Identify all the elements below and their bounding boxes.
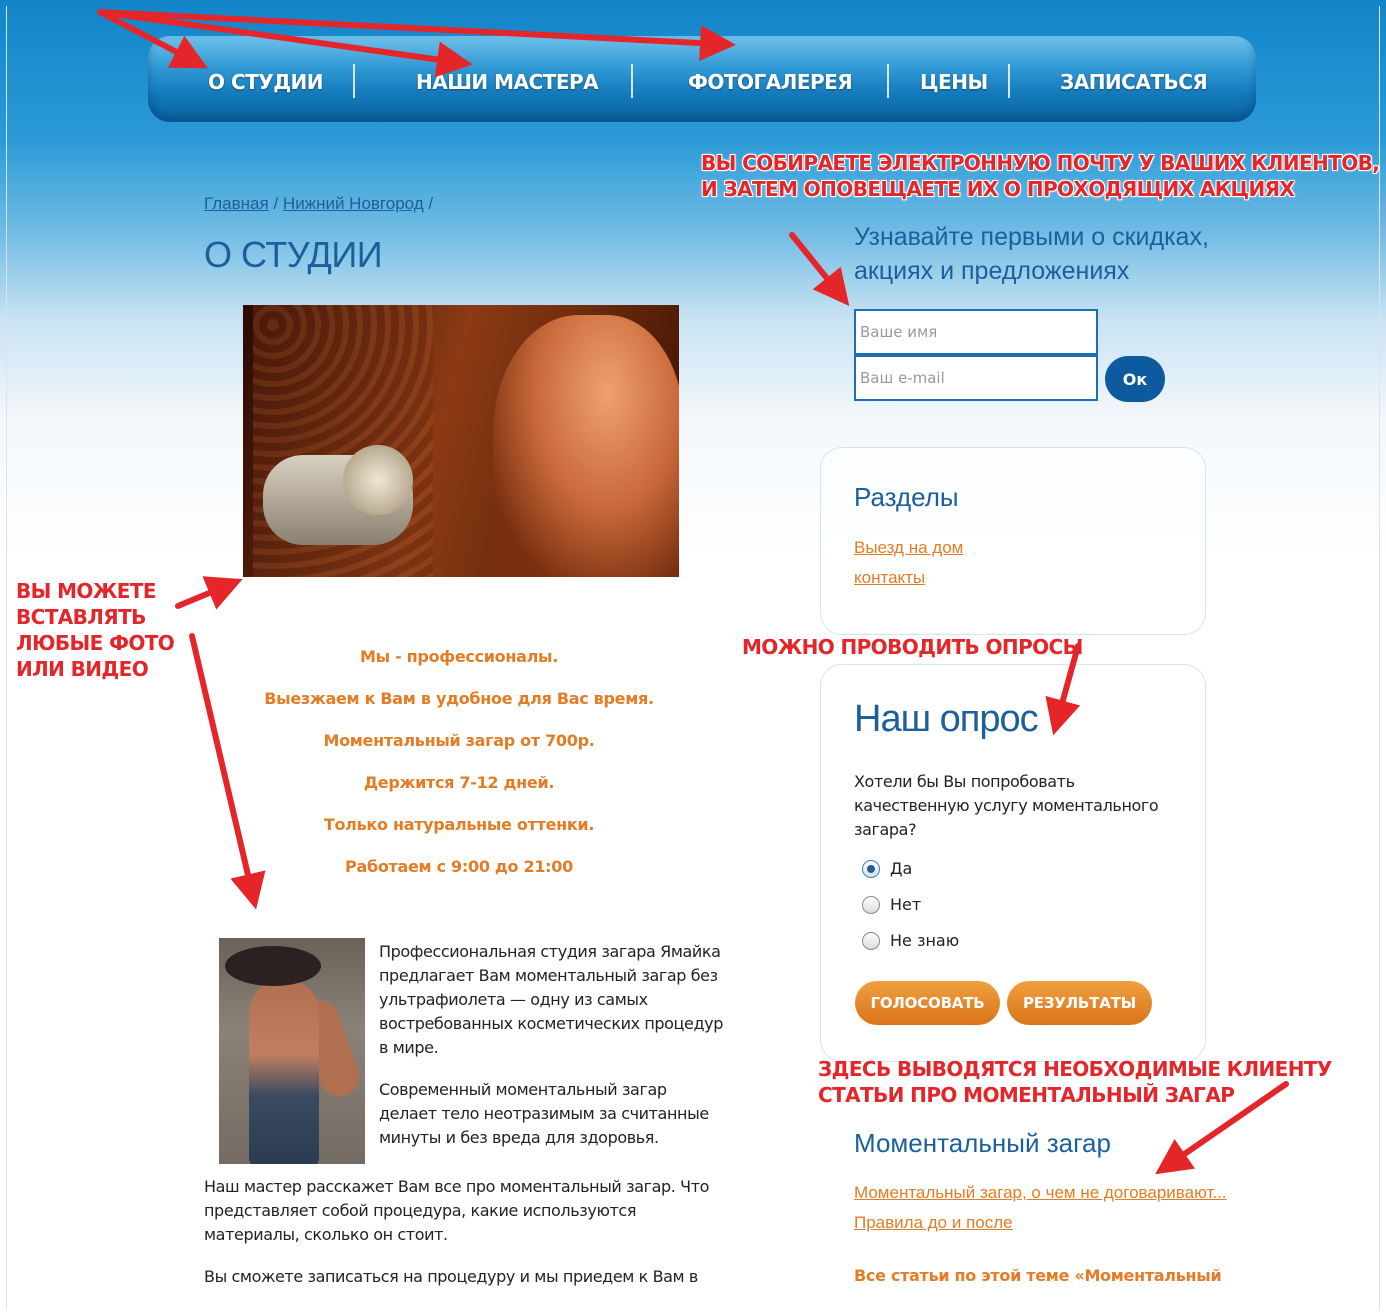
about-paragraph: Вы сможете записаться на процедуру и мы … xyxy=(204,1267,698,1286)
sections-title: Разделы xyxy=(854,482,959,512)
poll-option-label: Не знаю xyxy=(890,931,960,950)
radio-button[interactable] xyxy=(862,859,880,878)
page-title: О СТУДИИ xyxy=(204,234,383,275)
annotation-photo-line: ВЫ МОЖЕТЕ xyxy=(16,579,156,603)
annotation-photo-line: ЛЮБЫЕ ФОТО xyxy=(16,631,175,655)
annotation-polls: МОЖНО ПРОВОДИТЬ ОПРОСЫ xyxy=(742,635,1083,659)
all-articles-link[interactable]: Все статьи по этой теме «Моментальный xyxy=(854,1266,1222,1285)
nav-separator xyxy=(631,64,633,98)
main-nav: О СТУДИИ НАШИ МАСТЕРА ФОТОГАЛЕРЕЯ ЦЕНЫ З… xyxy=(148,36,1256,122)
article-link[interactable]: Правила до и после xyxy=(854,1213,1013,1233)
studio-photo xyxy=(243,305,679,577)
promo-line: Только натуральные оттенки. xyxy=(323,815,595,834)
article-link[interactable]: Моментальный загар, о чем не договариваю… xyxy=(854,1183,1227,1203)
annotation-articles-line2: СТАТЬИ ПРО МОМЕНТАЛЬНЫЙ ЗАГАР xyxy=(818,1083,1235,1107)
poll-option-label: Нет xyxy=(890,895,922,914)
annotation-photo-line: ИЛИ ВИДЕО xyxy=(16,657,149,681)
annotation-articles-line1: ЗДЕСЬ ВЫВОДЯТСЯ НЕОБХОДИМЫЕ КЛИЕНТУ xyxy=(818,1057,1332,1081)
nav-prices[interactable]: ЦЕНЫ xyxy=(920,70,988,94)
promo-line: Держится 7-12 дней. xyxy=(363,773,555,792)
radio-button[interactable] xyxy=(862,895,880,914)
nav-masters[interactable]: НАШИ МАСТЕРА xyxy=(416,70,599,94)
promo-line: Моментальный загар от 700р. xyxy=(323,731,595,750)
nav-separator xyxy=(887,64,889,98)
promo-line: Мы - профессионалы. xyxy=(360,647,558,666)
sections-link-contacts[interactable]: контакты xyxy=(854,568,925,588)
model-photo xyxy=(219,938,365,1164)
poll-option-dont-know[interactable]: Не знаю xyxy=(862,931,959,950)
breadcrumb-city-link[interactable]: Нижний Новгород xyxy=(283,194,424,213)
name-field[interactable] xyxy=(854,309,1098,355)
about-paragraph: Профессиональная студия загара Ямайка пр… xyxy=(379,942,723,1057)
nav-separator xyxy=(1008,64,1010,98)
radio-button[interactable] xyxy=(862,931,880,950)
promo-line: Работаем с 9:00 до 21:00 xyxy=(345,857,573,876)
poll-title: Наш опрос xyxy=(854,698,1039,740)
about-paragraph: Современный моментальный загар делает те… xyxy=(379,1080,709,1147)
subscribe-title: Узнавайте первыми о скидках, акциях и пр… xyxy=(854,223,1209,285)
annotation-photo-line: ВСТАВЛЯТЬ xyxy=(16,605,146,629)
articles-title: Моментальный загар xyxy=(854,1128,1111,1158)
poll-option-no[interactable]: Нет xyxy=(862,895,921,914)
nav-separator xyxy=(353,64,355,98)
annotation-email-line1: ВЫ СОБИРАЕТЕ ЭЛЕКТРОННУЮ ПОЧТУ У ВАШИХ К… xyxy=(701,151,1380,175)
sections-link-home-visit[interactable]: Выезд на дом xyxy=(854,538,963,558)
subscribe-ok-button[interactable]: Ок xyxy=(1105,356,1165,402)
breadcrumb: Главная / Нижний Новгород / xyxy=(204,194,433,214)
vote-button[interactable]: ГОЛОСОВАТЬ xyxy=(855,981,1000,1025)
nav-gallery[interactable]: ФОТОГАЛЕРЕЯ xyxy=(688,70,853,94)
promo-line: Выезжаем к Вам в удобное для Вас время. xyxy=(264,689,654,708)
email-field[interactable] xyxy=(854,355,1098,401)
breadcrumb-separator: / xyxy=(273,194,279,213)
poll-option-label: Да xyxy=(890,859,913,878)
poll-option-yes[interactable]: Да xyxy=(862,859,912,878)
results-button[interactable]: РЕЗУЛЬТАТЫ xyxy=(1007,981,1152,1025)
breadcrumb-separator: / xyxy=(428,194,434,213)
poll-question: Хотели бы Вы попробовать качественную ус… xyxy=(854,772,1159,839)
nav-about[interactable]: О СТУДИИ xyxy=(208,70,324,94)
annotation-email-line2: И ЗАТЕМ ОПОВЕЩАЕТЕ ИХ О ПРОХОДЯЩИХ АКЦИЯ… xyxy=(701,177,1295,201)
nav-signup[interactable]: ЗАПИСАТЬСЯ xyxy=(1060,70,1208,94)
about-paragraph: Наш мастер расскажет Вам все про момента… xyxy=(204,1177,710,1244)
breadcrumb-home-link[interactable]: Главная xyxy=(204,194,269,213)
